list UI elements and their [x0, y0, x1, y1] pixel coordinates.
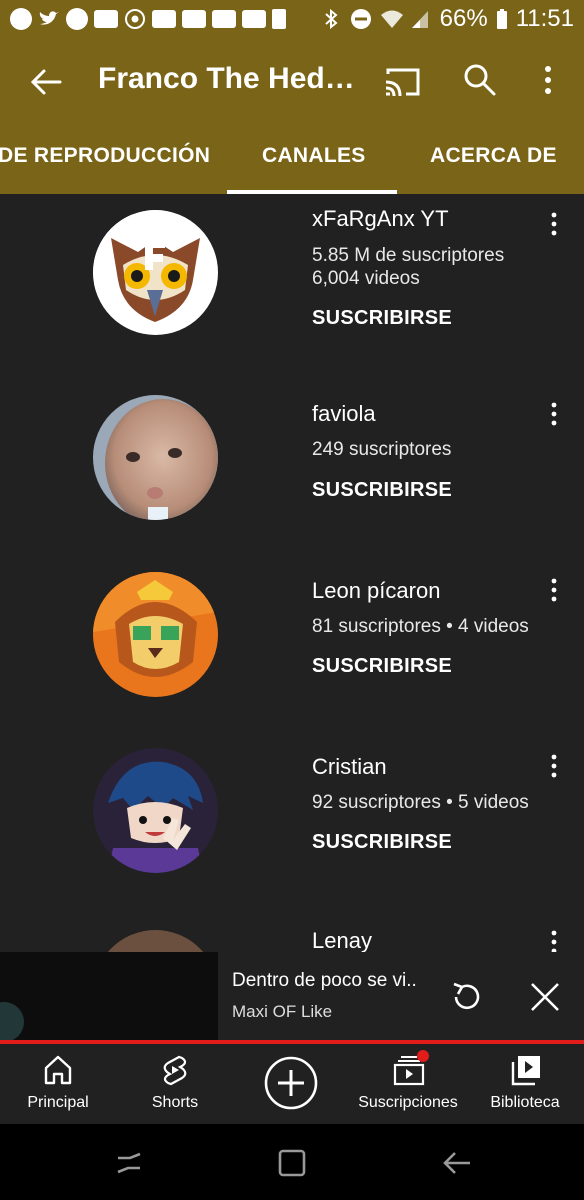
status-bar: 66% 11:51	[0, 0, 584, 38]
shorts-icon	[160, 1054, 190, 1086]
bottom-nav: Principal Shorts Suscripciones Bibliotec…	[0, 1044, 584, 1124]
replay-icon[interactable]	[448, 978, 486, 1016]
channel-title: Franco The Hed…	[98, 62, 354, 95]
back-button-icon[interactable]	[440, 1146, 474, 1180]
nav-label: Biblioteca	[490, 1094, 560, 1111]
nav-item-subscriptions[interactable]: Suscripciones	[350, 1044, 466, 1124]
wifi-icon	[380, 8, 403, 30]
channel-videos: 6,004 videos	[312, 268, 420, 289]
tab-selected-indicator	[227, 190, 397, 194]
channel-subscribers: 249 suscriptores	[312, 439, 452, 460]
create-icon[interactable]	[264, 1056, 318, 1110]
channel-item[interactable]: faviola 249 suscriptores SUSCRIBIRSE	[0, 390, 584, 560]
mini-player[interactable]: Dentro de poco se vi.. Maxi OF Like	[0, 952, 584, 1042]
more-vert-icon[interactable]	[544, 399, 564, 429]
tab-playlists[interactable]: DE REPRODUCCIÓN	[0, 144, 210, 168]
subscribe-button[interactable]: SUSCRIBIRSE	[312, 479, 452, 502]
system-nav-bar	[0, 1124, 584, 1200]
channel-name[interactable]: Leon pícaron	[312, 578, 440, 604]
more-vert-icon[interactable]	[544, 575, 564, 605]
youtube-icon	[152, 10, 176, 28]
channel-item[interactable]: Cristian 92 suscriptores • 5 videos SUSC…	[0, 742, 584, 912]
close-icon[interactable]	[528, 980, 562, 1014]
channel-avatar[interactable]	[93, 748, 218, 873]
app-bar: Franco The Hed…	[0, 38, 584, 124]
cast-icon[interactable]	[382, 62, 422, 102]
channel-tabs: DE REPRODUCCIÓN CANALES ACERCA DE	[0, 124, 584, 194]
subscribe-button[interactable]: SUSCRIBIRSE	[312, 655, 452, 678]
channel-name[interactable]: xFaRgAnx YT	[312, 206, 449, 232]
mini-player-author: Maxi OF Like	[232, 1002, 333, 1021]
channel-item[interactable]: xFaRgAnx YT 5.85 M de suscriptores 6,004…	[0, 200, 584, 370]
battery-level: 66%	[439, 5, 488, 32]
channel-avatar[interactable]	[93, 572, 218, 697]
youtube-icon	[242, 10, 266, 28]
battery-icon	[496, 8, 508, 30]
youtube-icon	[182, 10, 206, 28]
clock: 11:51	[515, 5, 574, 32]
more-vert-icon[interactable]	[530, 60, 566, 100]
nav-label: Shorts	[151, 1094, 199, 1111]
channel-name[interactable]: Cristian	[312, 754, 387, 780]
mini-player-thumbnail[interactable]	[0, 952, 218, 1042]
mini-player-title[interactable]: Dentro de poco se vi..	[232, 970, 417, 992]
home-button-icon[interactable]	[275, 1146, 309, 1180]
channel-name[interactable]: Lenay	[312, 928, 372, 954]
channel-avatar[interactable]	[93, 210, 218, 335]
recents-icon[interactable]	[112, 1146, 146, 1180]
shazam-icon	[66, 8, 88, 30]
home-icon	[43, 1054, 73, 1086]
signal-icon	[410, 8, 432, 30]
channel-subscribers: 81 suscriptores • 4 videos	[312, 616, 529, 637]
tab-channels[interactable]: CANALES	[262, 144, 366, 168]
channel-subscribers: 5.85 M de suscriptores	[312, 245, 505, 266]
channel-name[interactable]: faviola	[312, 401, 376, 427]
subscribe-button[interactable]: SUSCRIBIRSE	[312, 831, 452, 854]
tab-about[interactable]: ACERCA DE	[430, 144, 557, 168]
gallery-icon	[94, 10, 118, 28]
more-vert-icon[interactable]	[544, 751, 564, 781]
library-icon	[510, 1054, 540, 1086]
nav-item-library[interactable]: Biblioteca	[467, 1044, 583, 1124]
nav-item-home[interactable]: Principal	[0, 1044, 116, 1124]
more-vert-icon[interactable]	[544, 209, 564, 239]
bluetooth-icon	[320, 8, 342, 30]
do-not-disturb-icon	[350, 8, 372, 30]
youtube-icon	[212, 10, 236, 28]
spotify-icon	[10, 8, 32, 30]
nav-label: Principal	[27, 1094, 89, 1111]
chrome-icon	[124, 8, 146, 30]
subscribe-button[interactable]: SUSCRIBIRSE	[312, 307, 452, 330]
notification-badge	[417, 1050, 429, 1062]
channel-avatar[interactable]	[93, 395, 218, 520]
nav-label: Suscripciones	[358, 1094, 458, 1111]
back-arrow-icon[interactable]	[24, 60, 68, 104]
sd-card-icon	[272, 9, 286, 29]
twitter-icon	[38, 8, 60, 30]
search-icon[interactable]	[460, 60, 500, 100]
channel-item[interactable]: Leon pícaron 81 suscriptores • 4 videos …	[0, 566, 584, 736]
channel-subscribers: 92 suscriptores • 5 videos	[312, 792, 529, 813]
nav-item-shorts[interactable]: Shorts	[117, 1044, 233, 1124]
